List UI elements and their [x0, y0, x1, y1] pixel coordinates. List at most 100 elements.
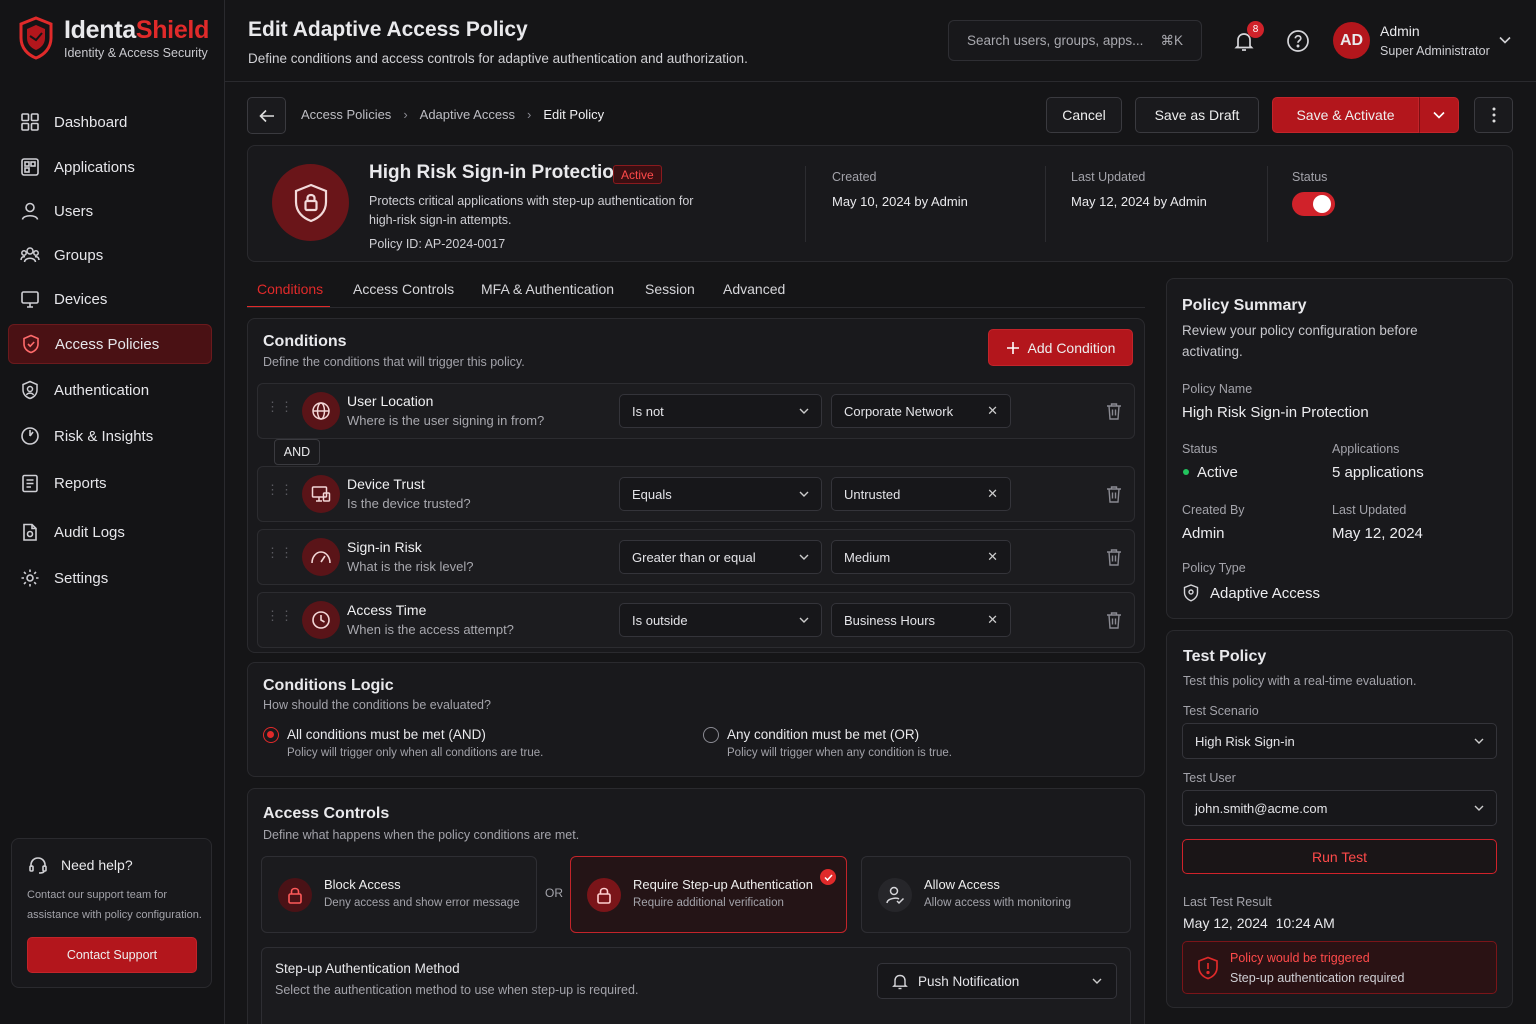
shield-icon: [23, 334, 39, 354]
help-card: Need help? Contact our support team for …: [11, 838, 212, 988]
tab-advanced[interactable]: Advanced: [723, 281, 785, 297]
summary-name: High Risk Sign-in Protection: [1182, 404, 1369, 421]
test-scenario-select[interactable]: High Risk Sign-in: [1182, 723, 1497, 759]
tab-session[interactable]: Session: [645, 281, 695, 297]
contact-support-button[interactable]: Contact Support: [27, 937, 197, 973]
sidebar-item-groups[interactable]: Groups: [8, 235, 212, 275]
brand-logo[interactable]: IdentaShield Identity & Access Security: [18, 16, 209, 60]
risk-icon: [21, 427, 39, 445]
logic-or-label[interactable]: Any condition must be met (OR): [727, 727, 919, 742]
user-name[interactable]: Admin: [1380, 23, 1420, 39]
operator-select[interactable]: Greater than or equal: [619, 540, 822, 574]
condition-row-sign-in-risk: ⋮⋮ Sign-in Risk What is the risk level? …: [257, 529, 1135, 585]
logic-or-radio[interactable]: [703, 727, 719, 743]
policy-avatar: [272, 164, 349, 241]
sidebar-item-applications[interactable]: Applications: [8, 147, 212, 187]
logic-and-label[interactable]: All conditions must be met (AND): [287, 727, 486, 742]
test-subtitle: Test this policy with a real-time evalua…: [1183, 674, 1417, 688]
condition-title: Sign-in Risk: [347, 539, 422, 555]
drag-handle-icon[interactable]: ⋮⋮: [266, 546, 294, 559]
value-select[interactable]: Business Hours ✕: [831, 603, 1011, 637]
value-select[interactable]: Medium ✕: [831, 540, 1011, 574]
sidebar-item-audit-logs[interactable]: Audit Logs: [8, 512, 212, 552]
summary-type-label: Policy Type: [1182, 561, 1246, 575]
test-user-select[interactable]: john.smith@acme.com: [1182, 790, 1497, 826]
notification-count-badge: 8: [1247, 21, 1264, 38]
drag-handle-icon[interactable]: ⋮⋮: [266, 609, 294, 622]
operator-select[interactable]: Is outside: [619, 603, 822, 637]
divider: [805, 166, 806, 242]
breadcrumb-adaptive-access[interactable]: Adaptive Access: [420, 107, 515, 122]
help-icon[interactable]: [1286, 29, 1310, 53]
condition-subtitle: What is the risk level?: [347, 559, 474, 574]
back-button[interactable]: [247, 97, 286, 134]
logic-subtitle: How should the conditions be evaluated?: [263, 698, 491, 712]
option-title: Block Access: [324, 877, 401, 892]
condition-title: User Location: [347, 393, 434, 409]
save-draft-button[interactable]: Save as Draft: [1135, 97, 1259, 133]
condition-row-user-location: ⋮⋮ User Location Where is the user signi…: [257, 383, 1135, 439]
summary-updated: May 12, 2024: [1332, 525, 1423, 542]
logic-and-radio[interactable]: [263, 727, 279, 743]
trash-icon[interactable]: [1106, 611, 1122, 629]
save-options-dropdown[interactable]: [1419, 97, 1459, 133]
summary-status-label: Status: [1182, 442, 1218, 456]
sidebar-item-reports[interactable]: Reports: [8, 463, 212, 503]
operator-select[interactable]: Is not: [619, 394, 822, 428]
tabs-divider: [247, 307, 1145, 308]
sidebar-item-devices[interactable]: Devices: [8, 279, 212, 319]
tab-mfa-authentication[interactable]: MFA & Authentication: [481, 281, 614, 297]
tab-conditions[interactable]: Conditions: [257, 281, 323, 297]
summary-updated-label: Last Updated: [1332, 503, 1407, 517]
avatar[interactable]: AD: [1333, 22, 1370, 59]
chevron-down-icon: [1433, 111, 1445, 119]
sidebar-item-access-policies[interactable]: Access Policies: [8, 324, 212, 364]
run-test-button[interactable]: Run Test: [1182, 839, 1497, 874]
sidebar-item-label: Audit Logs: [54, 523, 125, 541]
groups-icon: [20, 247, 40, 263]
sidebar-item-users[interactable]: Users: [8, 191, 212, 231]
close-icon[interactable]: ✕: [987, 549, 998, 565]
close-icon[interactable]: ✕: [987, 486, 998, 502]
trash-icon[interactable]: [1106, 402, 1122, 420]
step-up-method-title: Step-up Authentication Method: [275, 961, 460, 976]
allow-access-option[interactable]: Allow Access Allow access with monitorin…: [861, 856, 1131, 933]
sidebar-item-authentication[interactable]: Authentication: [8, 370, 212, 410]
user-check-icon: [878, 878, 912, 912]
logic-or-description: Policy will trigger when any condition i…: [727, 747, 952, 759]
reports-icon: [22, 474, 38, 493]
more-options-button[interactable]: [1474, 97, 1513, 133]
monitor-icon: [21, 291, 39, 308]
sidebar-item-settings[interactable]: Settings: [8, 558, 212, 598]
step-up-auth-option[interactable]: Require Step-up Authentication Require a…: [570, 856, 847, 933]
search-input[interactable]: Search users, groups, apps... ⌘K: [948, 20, 1202, 61]
drag-handle-icon[interactable]: ⋮⋮: [266, 483, 294, 496]
gear-icon: [21, 569, 39, 587]
divider: [1267, 166, 1268, 242]
sidebar-item-risk-insights[interactable]: Risk & Insights: [8, 416, 212, 456]
trash-icon[interactable]: [1106, 485, 1122, 503]
close-icon[interactable]: ✕: [987, 403, 998, 419]
notifications-button[interactable]: 8: [1232, 21, 1264, 53]
trash-icon[interactable]: [1106, 548, 1122, 566]
close-icon[interactable]: ✕: [987, 612, 998, 628]
chevron-down-icon: [799, 408, 809, 414]
sidebar-item-dashboard[interactable]: Dashboard: [8, 102, 212, 142]
value-select[interactable]: Corporate Network ✕: [831, 394, 1011, 428]
breadcrumb-access-policies[interactable]: Access Policies: [301, 107, 391, 122]
operator-select[interactable]: Equals: [619, 477, 822, 511]
help-text-2: assistance with policy configuration.: [27, 909, 202, 921]
status-toggle[interactable]: [1292, 192, 1335, 216]
or-separator: OR: [545, 886, 563, 900]
tab-access-controls[interactable]: Access Controls: [353, 281, 454, 297]
value-select[interactable]: Untrusted ✕: [831, 477, 1011, 511]
step-up-method-select[interactable]: Push Notification: [877, 963, 1117, 999]
add-condition-button[interactable]: Add Condition: [988, 329, 1133, 366]
drag-handle-icon[interactable]: ⋮⋮: [266, 400, 294, 413]
cancel-button[interactable]: Cancel: [1046, 97, 1122, 133]
save-activate-button[interactable]: Save & Activate: [1272, 97, 1419, 133]
block-access-option[interactable]: Block Access Deny access and show error …: [261, 856, 537, 933]
chevron-down-icon[interactable]: [1499, 36, 1511, 44]
status-label: Status: [1292, 170, 1328, 184]
access-controls-subtitle: Define what happens when the policy cond…: [263, 828, 580, 842]
